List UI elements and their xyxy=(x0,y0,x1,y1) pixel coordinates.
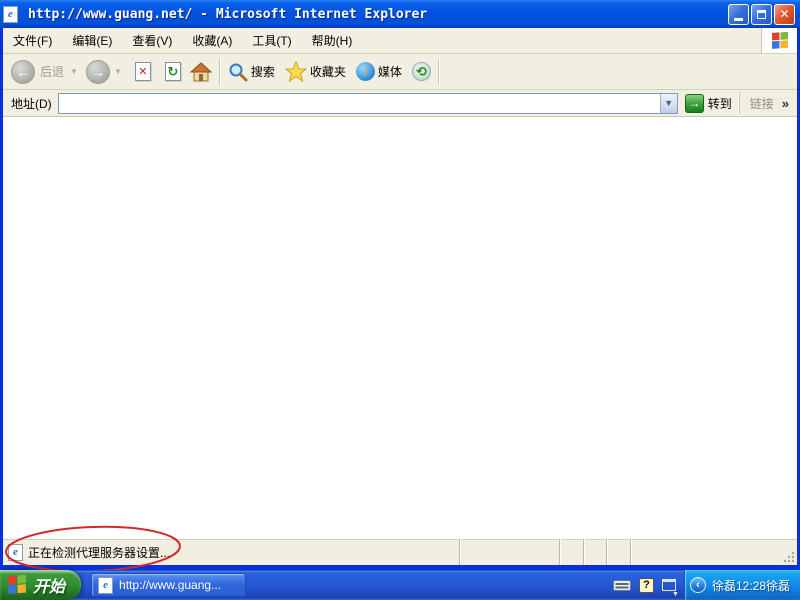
back-dropdown-icon: ▼ xyxy=(70,67,78,76)
stop-icon: ✕ xyxy=(134,62,151,81)
status-ie-icon: e xyxy=(8,543,23,561)
status-pane xyxy=(559,539,583,565)
forward-dropdown-icon: ▼ xyxy=(113,67,122,76)
system-tray: ‹ 徐磊12:28徐磊 xyxy=(683,570,800,600)
status-pane xyxy=(583,539,606,565)
language-bar-caret-icon: ▼ xyxy=(672,591,679,598)
menu-edit[interactable]: 编辑(E) xyxy=(62,28,122,53)
history-icon: ⟲ xyxy=(411,62,431,81)
menu-view[interactable]: 查看(V) xyxy=(122,28,182,53)
desktop: e http://www.guang.net/ - Microsoft Inte… xyxy=(0,0,800,600)
stop-button[interactable]: ✕ xyxy=(128,60,158,83)
address-bar: 地址(D) ▼ → 转到 链接 » xyxy=(3,90,797,117)
back-label: 后退 xyxy=(40,65,65,79)
status-bar: e 正在检测代理服务器设置... xyxy=(3,538,797,565)
minimize-icon xyxy=(734,17,743,21)
media-button[interactable]: ♪ 媒体 xyxy=(354,60,410,83)
minimize-button[interactable] xyxy=(728,3,749,25)
address-box: ▼ xyxy=(57,92,678,114)
resize-grip[interactable] xyxy=(783,551,795,563)
taskbar-task-button[interactable]: e http://www.guang... xyxy=(91,573,247,597)
tray-clock-text: 徐磊12:28徐磊 xyxy=(711,578,790,593)
media-icon: ♪ xyxy=(355,62,375,81)
links-chevron-icon[interactable]: » xyxy=(782,96,789,111)
menu-file[interactable]: 文件(F) xyxy=(3,28,62,53)
address-dropdown-button[interactable]: ▼ xyxy=(659,93,677,113)
forward-icon: → xyxy=(85,59,110,84)
toolbar-separator xyxy=(437,58,440,85)
address-label: 地址(D) xyxy=(11,96,52,111)
close-button[interactable]: ✕ xyxy=(774,3,795,25)
menu-tools[interactable]: 工具(T) xyxy=(242,28,301,53)
refresh-icon: ↻ xyxy=(164,62,181,81)
address-input[interactable] xyxy=(58,93,660,113)
tray-icon-area: ? ▼ xyxy=(612,570,684,600)
forward-button[interactable]: → ▼ xyxy=(84,58,128,86)
ie-icon: e xyxy=(3,5,18,23)
window-title: http://www.guang.net/ - Microsoft Intern… xyxy=(28,6,428,22)
links-label[interactable]: 链接 xyxy=(750,95,774,112)
ie-window: e http://www.guang.net/ - Microsoft Inte… xyxy=(0,0,800,570)
toolbar-separator xyxy=(218,58,221,85)
refresh-button[interactable]: ↻ xyxy=(158,60,188,83)
favorites-button[interactable]: 收藏夹 xyxy=(283,59,354,84)
task-ie-icon: e xyxy=(98,576,114,594)
search-button[interactable]: 搜索 xyxy=(226,60,283,84)
taskbar: 开始 e http://www.guang... ? ▼ ‹ 徐磊12:28徐磊 xyxy=(0,570,800,600)
menu-favorites[interactable]: 收藏(A) xyxy=(182,28,242,53)
standard-toolbar: ← 后退 ▼ → ▼ ✕ ↻ 搜索 收藏夹 ♪ 媒体 ⟲ xyxy=(3,54,797,90)
start-windows-flag-icon xyxy=(8,575,26,594)
back-icon: ← xyxy=(11,59,35,84)
ime-help-icon[interactable]: ? xyxy=(638,577,654,593)
close-icon: ✕ xyxy=(779,7,790,21)
search-icon xyxy=(229,63,248,81)
title-bar: e http://www.guang.net/ - Microsoft Inte… xyxy=(0,0,800,28)
menu-bar: 文件(F) 编辑(E) 查看(V) 收藏(A) 工具(T) 帮助(H) xyxy=(3,28,797,54)
windows-logo-icon xyxy=(761,28,797,53)
status-text: 正在检测代理服务器设置... xyxy=(28,545,171,560)
start-label: 开始 xyxy=(33,577,66,596)
hide-icons-chevron-button[interactable]: ‹ xyxy=(689,577,706,593)
favorites-label: 收藏夹 xyxy=(309,65,346,79)
keyboard-icon[interactable] xyxy=(612,579,631,592)
favorites-star-icon xyxy=(284,61,307,82)
page-content xyxy=(3,117,797,538)
status-pane xyxy=(459,539,559,565)
start-button[interactable]: 开始 xyxy=(0,570,82,600)
language-bar-restore-icon[interactable]: ▼ xyxy=(661,579,679,598)
home-button[interactable] xyxy=(188,60,214,84)
links-bar: 链接 » xyxy=(738,92,793,114)
status-pane xyxy=(606,539,630,565)
go-label: 转到 xyxy=(707,96,732,111)
back-button[interactable]: ← 后退 ▼ xyxy=(9,58,84,86)
search-label: 搜索 xyxy=(250,65,275,79)
status-zone-pane xyxy=(630,539,797,565)
go-arrow-icon: → xyxy=(684,93,704,113)
media-label: 媒体 xyxy=(377,65,402,79)
menu-help[interactable]: 帮助(H) xyxy=(302,28,363,53)
task-label: http://www.guang... xyxy=(119,578,222,592)
maximize-button[interactable] xyxy=(751,3,772,25)
home-icon xyxy=(189,61,212,81)
go-button[interactable]: → 转到 xyxy=(678,93,739,113)
history-button[interactable]: ⟲ xyxy=(410,60,433,83)
status-message-pane: e 正在检测代理服务器设置... xyxy=(3,539,459,565)
maximize-icon xyxy=(757,9,766,19)
